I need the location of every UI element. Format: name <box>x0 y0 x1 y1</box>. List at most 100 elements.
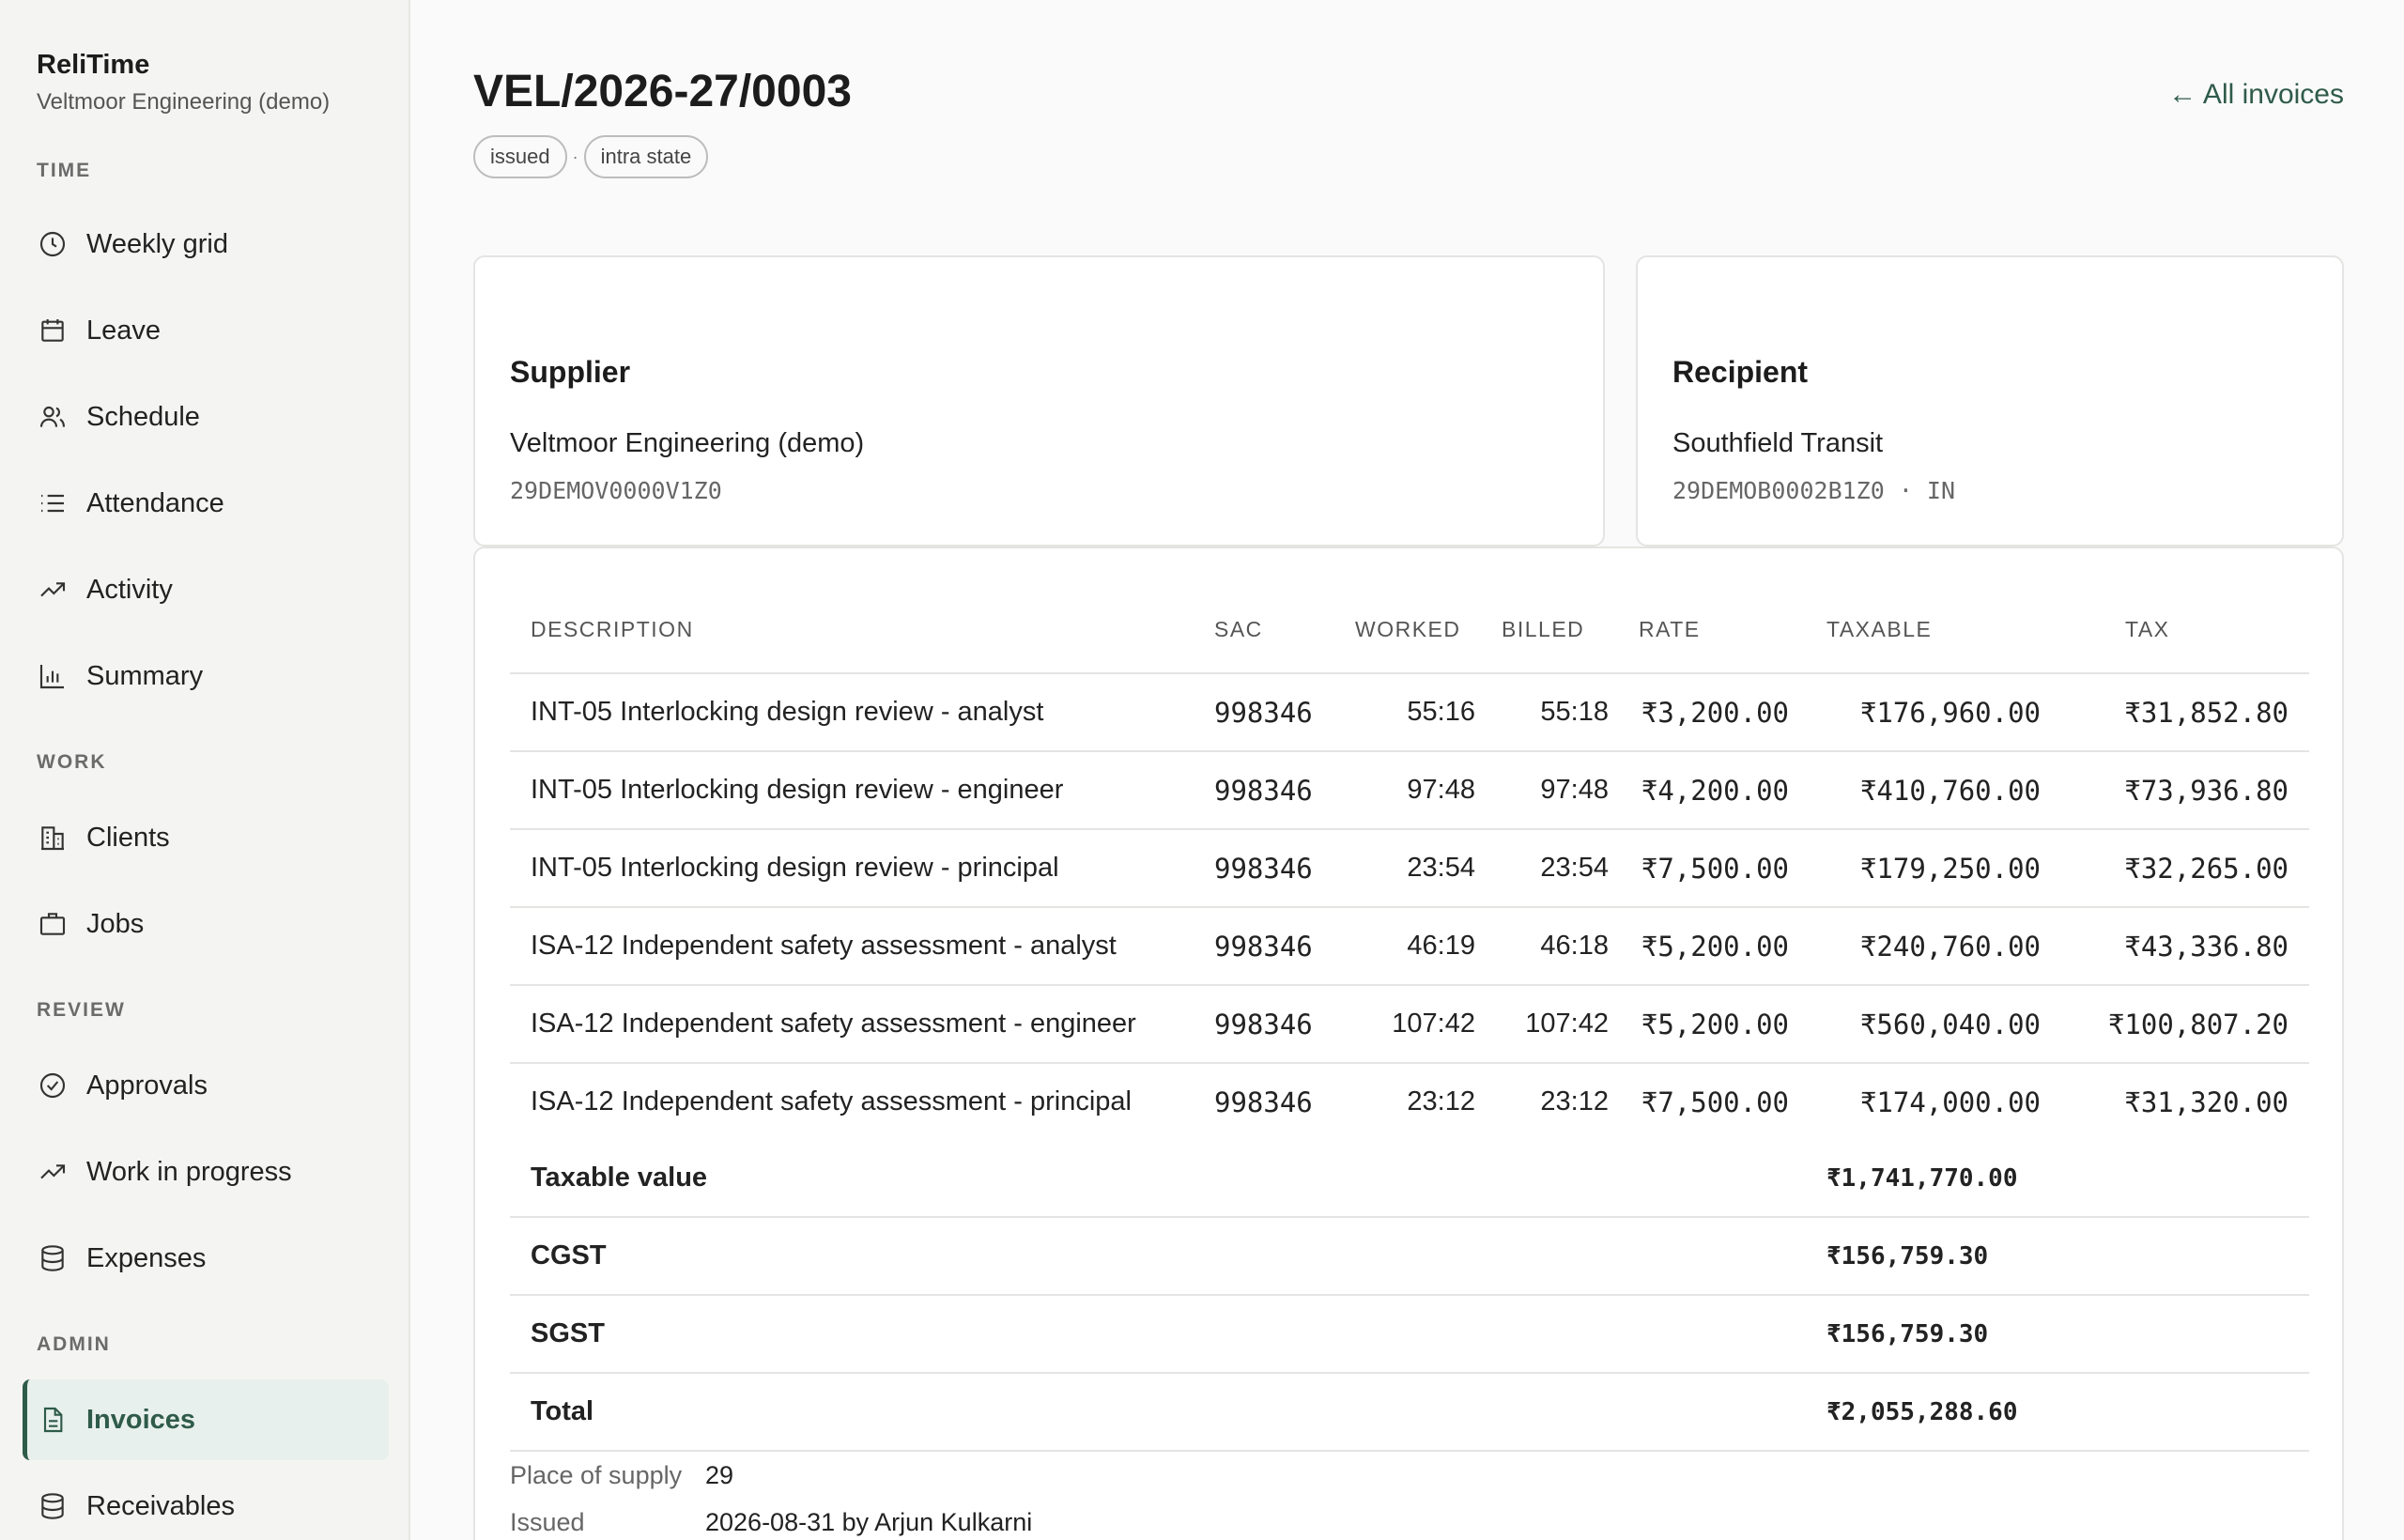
column-header-tax: TAX <box>2063 586 2309 674</box>
brand-org: Veltmoor Engineering (demo) <box>37 89 331 115</box>
sidebar-item-schedule[interactable]: Schedule <box>23 377 389 457</box>
sidebar-item-summary[interactable]: Summary <box>23 636 389 716</box>
column-header-sac: SAC <box>1214 586 1355 674</box>
table-row: INT-05 Interlocking design review - prin… <box>510 829 2309 908</box>
cell-worked: 23:12 <box>1407 1086 1475 1116</box>
database-icon <box>38 1491 68 1521</box>
column-header-rate: RATE <box>1624 586 1811 674</box>
summary-row-taxable-value: Taxable value ₹1,741,770.00 <box>510 1140 2309 1218</box>
table-row: INT-05 Interlocking design review - anal… <box>510 673 2309 752</box>
brand-name: ReliTime <box>37 50 150 80</box>
cell-taxable: ₹174,000.00 <box>1859 1086 2041 1118</box>
section-label-work: WORK <box>37 751 107 773</box>
cell-sac: 998346 <box>1214 751 1355 830</box>
sidebar-item-approvals[interactable]: Approvals <box>23 1045 389 1126</box>
cell-description: ISA-12 Independent safety assessment - a… <box>510 907 1214 986</box>
recipient-name: Southfield Transit <box>1672 428 1884 458</box>
sidebar-item-label: Jobs <box>86 908 145 939</box>
cell-rate: ₹7,500.00 <box>1641 1086 1789 1118</box>
sidebar: ReliTime Veltmoor Engineering (demo) TIM… <box>0 0 410 1540</box>
trending-up-icon <box>38 575 68 605</box>
section-label-review: REVIEW <box>37 999 126 1021</box>
supply-type-badge: intra state <box>583 135 709 178</box>
sidebar-item-leave[interactable]: Leave <box>23 290 389 371</box>
column-header-description: DESCRIPTION <box>510 586 1214 674</box>
supplier-heading: Supplier <box>510 355 631 389</box>
line-items-table: DESCRIPTION SAC WORKED BILLED RATE TAXAB… <box>510 586 2309 1452</box>
meta-key: Issued <box>510 1508 585 1536</box>
sidebar-item-work-in-progress[interactable]: Work in progress <box>23 1132 389 1212</box>
summary-value: ₹156,759.30 <box>1811 1217 2309 1296</box>
sidebar-item-label: Clients <box>86 822 170 853</box>
status-tags: issued · intra state <box>473 135 709 178</box>
cell-tax: ₹31,852.80 <box>2063 673 2309 752</box>
cell-taxable: ₹240,760.00 <box>1811 907 2063 986</box>
sidebar-item-label: Activity <box>86 574 173 605</box>
sidebar-item-expenses[interactable]: Expenses <box>23 1218 389 1299</box>
summary-row-cgst: CGST ₹156,759.30 <box>510 1217 2309 1296</box>
database-icon <box>38 1243 68 1273</box>
cell-description: INT-05 Interlocking design review - anal… <box>510 673 1214 752</box>
meta-row-place-of-supply: Place of supply 29 <box>510 1452 1032 1499</box>
cell-description: INT-05 Interlocking design review - prin… <box>510 829 1214 908</box>
app-root: ReliTime Veltmoor Engineering (demo) TIM… <box>0 0 2404 1540</box>
sidebar-item-label: Leave <box>86 315 162 346</box>
supplier-card: Supplier Veltmoor Engineering (demo) 29D… <box>473 255 1605 547</box>
column-header-worked: WORKED <box>1355 586 1487 674</box>
meta-key: Place of supply <box>510 1461 683 1489</box>
line-items-card: DESCRIPTION SAC WORKED BILLED RATE TAXAB… <box>473 547 2344 1540</box>
sidebar-item-label: Expenses <box>86 1242 207 1273</box>
table-row: ISA-12 Independent safety assessment - a… <box>510 907 2309 986</box>
meta-value: 29 <box>705 1461 734 1489</box>
table-row: INT-05 Interlocking design review - engi… <box>510 751 2309 830</box>
cell-taxable: ₹179,250.00 <box>1811 829 2063 908</box>
sidebar-item-jobs[interactable]: Jobs <box>23 884 389 964</box>
cell-sac: 998346 <box>1214 907 1355 986</box>
sidebar-item-clients[interactable]: Clients <box>23 797 389 878</box>
cell-billed: 97:48 <box>1487 751 1624 830</box>
cell-rate: ₹3,200.00 <box>1624 673 1811 752</box>
cell-tax: ₹32,265.00 <box>2063 829 2309 908</box>
sidebar-item-label: Invoices <box>86 1404 196 1435</box>
cell-rate: ₹5,200.00 <box>1624 907 1811 986</box>
sidebar-item-invoices[interactable]: Invoices <box>23 1379 389 1460</box>
cell-tax: ₹31,320.00 <box>2124 1086 2288 1118</box>
sidebar-item-weekly-grid[interactable]: Weekly grid <box>23 204 389 285</box>
cell-description: ISA-12 Independent safety assessment - p… <box>531 1086 1132 1116</box>
cell-billed: 55:18 <box>1487 673 1624 752</box>
cell-tax: ₹43,336.80 <box>2063 907 2309 986</box>
sidebar-item-label: Weekly grid <box>86 228 228 259</box>
meta-value: 2026-08-31 by Arjun Kulkarni <box>705 1508 1033 1536</box>
summary-label: SGST <box>510 1295 1811 1374</box>
all-invoices-link[interactable]: ← All invoices <box>2168 79 2344 111</box>
cell-worked: 55:16 <box>1355 673 1487 752</box>
sidebar-item-label: Attendance <box>86 487 224 518</box>
sidebar-item-attendance[interactable]: Attendance <box>23 463 389 544</box>
trending-up-icon <box>38 1157 68 1187</box>
cell-sac: 998346 <box>1214 985 1355 1064</box>
summary-value: ₹2,055,288.60 <box>1811 1373 2309 1452</box>
section-label-admin: ADMIN <box>37 1333 111 1355</box>
page-title: VEL/2026-27/0003 <box>473 67 852 116</box>
column-header-taxable: TAXABLE <box>1811 586 2063 674</box>
sidebar-item-activity[interactable]: Activity <box>23 549 389 630</box>
status-badge: issued <box>473 135 567 178</box>
sidebar-item-label: Approvals <box>86 1070 208 1101</box>
summary-label: Taxable value <box>510 1140 1811 1218</box>
cell-rate: ₹7,500.00 <box>1624 829 1811 908</box>
cell-taxable: ₹560,040.00 <box>1811 985 2063 1064</box>
cell-billed: 107:42 <box>1487 985 1624 1064</box>
cell-worked: 107:42 <box>1355 985 1487 1064</box>
cell-tax: ₹100,807.20 <box>2063 985 2309 1064</box>
table-row: ISA-12 Independent safety assessment - e… <box>510 985 2309 1064</box>
summary-value: ₹156,759.30 <box>1811 1295 2309 1374</box>
sidebar-item-receivables[interactable]: Receivables <box>23 1466 389 1540</box>
cell-sac: 998346 <box>1214 1086 1313 1118</box>
cell-worked: 23:54 <box>1355 829 1487 908</box>
check-circle-icon <box>38 1070 68 1101</box>
summary-label: CGST <box>510 1217 1811 1296</box>
cell-billed: 46:18 <box>1487 907 1624 986</box>
tag-separator: · <box>572 146 578 166</box>
calendar-icon <box>38 316 68 346</box>
sidebar-item-label: Schedule <box>86 401 200 432</box>
